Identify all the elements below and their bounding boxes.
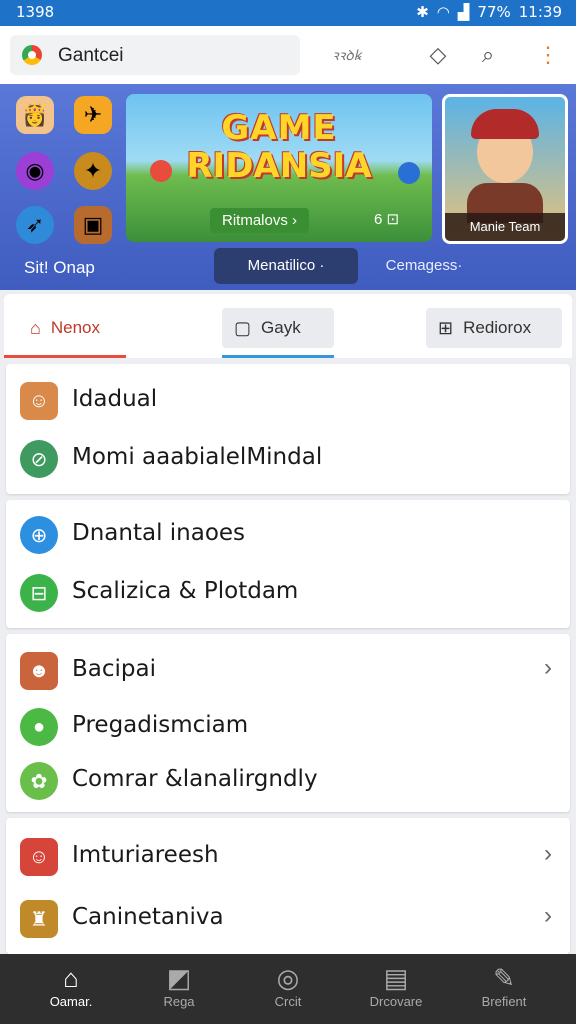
- list-item-label: Bacipai: [72, 656, 156, 682]
- list-item[interactable]: ⊕ Dnantal inaoes: [6, 506, 570, 562]
- search-hint: ꝛꝛꝺꝃ: [332, 47, 362, 63]
- status-time: 1398: [16, 3, 55, 21]
- list-group-2: ⊕ Dnantal inaoes ⊟ Scalizica & Plotdam: [6, 500, 570, 628]
- hero-chip-secondary[interactable]: Cemagess·: [364, 248, 484, 284]
- list-item[interactable]: ☺ Imturiareesh ›: [6, 828, 570, 884]
- gem-game-icon[interactable]: ✦: [74, 152, 112, 190]
- category-tabs: ⌂ Nenox ▢ Gayk ⊞ Rediorox: [4, 294, 572, 358]
- banner-title-line2: RIDANSIA: [186, 146, 372, 186]
- search-text: Gantcei: [58, 45, 124, 66]
- list-item[interactable]: ☺ Idadual: [6, 372, 570, 428]
- character-icon: ☻: [20, 652, 58, 690]
- list-item-label: Dnantal inaoes: [72, 520, 246, 546]
- home-icon: ⌂: [30, 318, 41, 338]
- hero-left-caption: Sit! Onap: [24, 258, 95, 277]
- nav-drcovare[interactable]: ▤ Drcovare: [351, 962, 441, 1022]
- card-stack-icon: ◩: [166, 963, 192, 993]
- green-orb-icon: ●: [20, 708, 58, 746]
- team-card[interactable]: Manie Team: [442, 94, 568, 244]
- search-icon[interactable]: ⌕: [474, 41, 502, 69]
- search-field[interactable]: Gantcei: [10, 35, 300, 75]
- list-group-4: ☺ Imturiareesh › ♜ Caninetaniva ›: [6, 818, 570, 954]
- chest-game-icon[interactable]: ▣: [74, 206, 112, 244]
- home-icon: ⌂: [63, 963, 79, 993]
- tab-home[interactable]: ⌂ Nenox: [18, 308, 128, 348]
- calendar-icon: ▤: [383, 963, 409, 993]
- team-card-label: Manie Team: [445, 213, 565, 241]
- list-item-label: Scalizica & Plotdam: [72, 578, 299, 604]
- featured-game-banner[interactable]: GAME RIDANSIA Ritmalovs › 6 ⊡: [126, 94, 432, 242]
- edit-icon: ✎: [493, 963, 515, 993]
- tab-tablet-underline: [222, 355, 334, 358]
- list-item[interactable]: ✿ Comrar &lanalirgndly: [6, 752, 570, 808]
- leaf-circle-icon: ⊘: [20, 440, 58, 478]
- bottom-navigation: ⌂ Oamar. ◩ Rega ◎ Crcit ▤ Drcovare ✎ Bre…: [0, 954, 576, 1024]
- nav-label: Oamar.: [49, 994, 93, 1009]
- nav-label: Brefient: [481, 994, 527, 1009]
- globe-icon: ⊕: [20, 516, 58, 554]
- nav-home[interactable]: ⌂ Oamar.: [26, 962, 116, 1022]
- list-item-label: Momi aaabialelMindal: [72, 444, 323, 470]
- avatar-icon: ☺: [20, 382, 58, 420]
- app-logo-icon: [22, 45, 42, 65]
- bird-game-icon[interactable]: ➶: [16, 206, 54, 244]
- hero-icon: ☺: [20, 838, 58, 876]
- tab-label: Rediorox: [463, 318, 532, 337]
- bluetooth-icon: ✱: [416, 3, 429, 21]
- tag-icon[interactable]: ◇: [424, 41, 452, 69]
- app-bar: Gantcei ꝛꝛꝺꝃ ◇ ⌕ ⋮: [0, 26, 576, 84]
- nav-label: Rega: [163, 994, 195, 1009]
- banner-title-line1: GAME: [221, 108, 337, 148]
- list-item-label: Comrar &lanalirgndly: [72, 766, 318, 792]
- gamepad-icon: ◎: [276, 963, 300, 993]
- hero-chip-primary[interactable]: Menatilico ·: [214, 248, 358, 284]
- wifi-icon: ◠: [436, 3, 450, 21]
- more-vert-icon[interactable]: ⋮: [534, 41, 562, 69]
- plane-game-icon[interactable]: ✈: [74, 96, 112, 134]
- signal-icon: ▟: [457, 3, 470, 21]
- chevron-right-icon: ›: [544, 654, 552, 681]
- list-item-label: Caninetaniva: [72, 904, 224, 930]
- list-item-label: Pregadismciam: [72, 712, 249, 738]
- character-cap: [471, 109, 539, 139]
- status-bar: 1398 ✱ ◠ ▟ 77% 11:39: [0, 0, 576, 26]
- tab-label: Nenox: [50, 318, 101, 337]
- gift-icon: ⊞: [438, 318, 454, 338]
- nav-brefient[interactable]: ✎ Brefient: [459, 962, 549, 1022]
- battery-level: 77%: [477, 3, 511, 21]
- princess-game-icon[interactable]: 👸: [16, 96, 54, 134]
- orb-game-icon[interactable]: ◉: [16, 152, 54, 190]
- chevron-right-icon: ›: [544, 840, 552, 867]
- banner-play-button[interactable]: Ritmalovs ›: [210, 208, 310, 233]
- tab-gift[interactable]: ⊞ Rediorox: [426, 308, 562, 348]
- chevron-right-icon: ›: [544, 902, 552, 929]
- list-group-1: ☺ Idadual ⊘ Momi aaabialelMindal: [6, 364, 570, 494]
- list-item-label: Idadual: [72, 386, 158, 412]
- list-item-label: Imturiareesh: [72, 842, 219, 868]
- list-group-3: ☻ Bacipai › ● Pregadismciam ✿ Comrar &la…: [6, 634, 570, 812]
- tab-tablet[interactable]: ▢ Gayk: [222, 308, 334, 348]
- controller-icon: ⊟: [20, 574, 58, 612]
- warrior-icon: ♜: [20, 900, 58, 938]
- nav-label: Drcovare: [369, 994, 423, 1009]
- list-item[interactable]: ☻ Bacipai ›: [6, 642, 570, 698]
- banner-tag: 6 ⊡: [374, 211, 400, 228]
- list-item[interactable]: ● Pregadismciam: [6, 698, 570, 754]
- nav-crcit[interactable]: ◎ Crcit: [243, 962, 333, 1022]
- tab-home-underline: [4, 355, 126, 358]
- hero-banner-section: 👸 ✈ ◉ ✦ ➶ ▣ Sit! Onap GAME RIDANSIA Ritm…: [0, 84, 576, 290]
- tablet-icon: ▢: [234, 318, 252, 338]
- list-item[interactable]: ♜ Caninetaniva ›: [6, 890, 570, 946]
- nav-rega[interactable]: ◩ Rega: [134, 962, 224, 1022]
- nav-label: Crcit: [274, 994, 302, 1009]
- tab-label: Gayk: [261, 318, 301, 337]
- list-item[interactable]: ⊘ Momi aaabialelMindal: [6, 430, 570, 486]
- status-clock: 11:39: [518, 3, 562, 21]
- list-item[interactable]: ⊟ Scalizica & Plotdam: [6, 564, 570, 620]
- grass-icon: ✿: [20, 762, 58, 800]
